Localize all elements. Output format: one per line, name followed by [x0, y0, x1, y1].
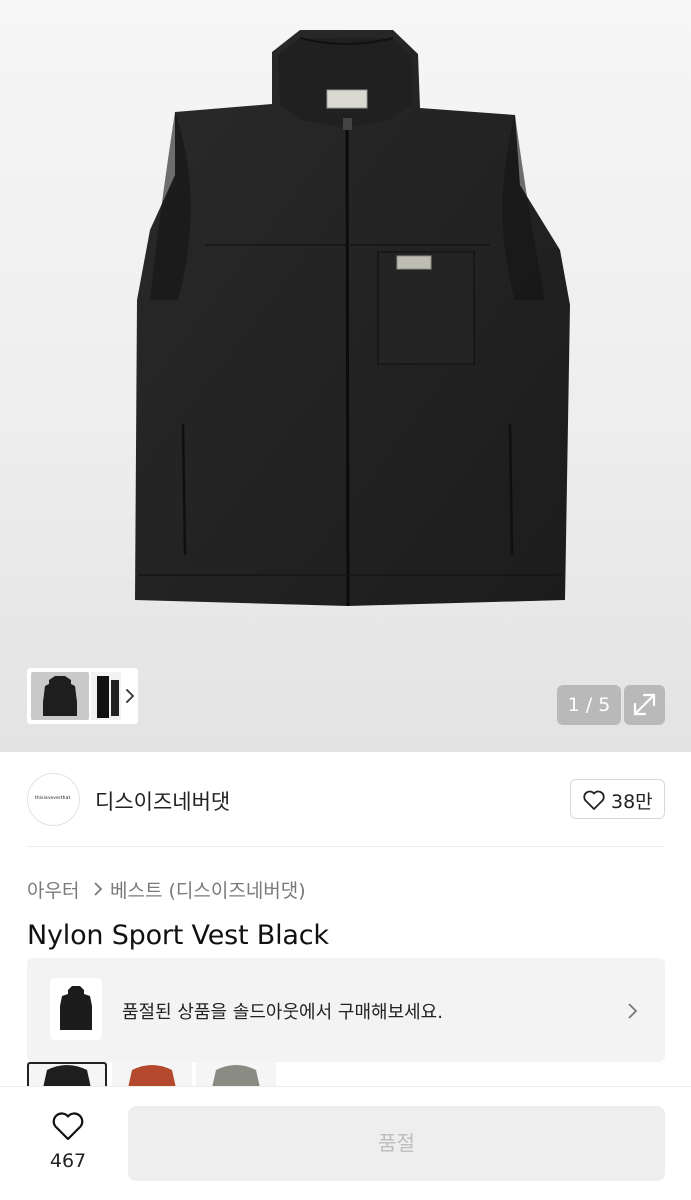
banner-text: 품절된 상품을 솔드아웃에서 구매해보세요.: [122, 1002, 443, 1023]
wish-count: 467: [49, 1150, 87, 1172]
brand-like-count: 38만: [611, 791, 653, 813]
brand-logo[interactable]: thisisneverthat: [27, 773, 80, 826]
vest-side-thumbnail-image: [97, 676, 119, 718]
brand-logo-text: thisisneverthat: [35, 796, 71, 801]
wish-button[interactable]: 467: [40, 1108, 96, 1178]
vest-banner-image: [60, 986, 92, 1030]
divider: [27, 846, 664, 847]
expand-icon: [633, 693, 656, 716]
color-swatch-rust-image: [128, 1065, 176, 1088]
product-image: [135, 30, 570, 607]
color-swatch-gray[interactable]: [196, 1062, 276, 1088]
breadcrumb-subcategory[interactable]: 베스트 (디스이즈네버댓): [110, 876, 306, 903]
buy-button[interactable]: 품절: [128, 1106, 665, 1181]
expand-button[interactable]: [624, 685, 665, 725]
heart-icon: [52, 1112, 84, 1141]
color-swatch-gray-image: [212, 1065, 260, 1088]
color-swatch-rust[interactable]: [112, 1062, 192, 1088]
soldout-banner[interactable]: 품절된 상품을 솔드아웃에서 구매해보세요.: [27, 958, 665, 1062]
thumbnail-2[interactable]: [91, 672, 121, 720]
heart-icon: [583, 790, 605, 810]
color-swatch-black[interactable]: [27, 1062, 107, 1088]
breadcrumb-category[interactable]: 아우터: [27, 876, 79, 903]
thumbnail-strip[interactable]: [27, 668, 138, 724]
color-swatch-black-image: [43, 1065, 91, 1088]
product-image-gallery[interactable]: 1 / 5: [0, 0, 691, 752]
product-title: Nylon Sport Vest Black: [27, 920, 329, 951]
image-counter: 1 / 5: [557, 685, 621, 725]
chevron-right-icon: [628, 1003, 638, 1019]
chevron-right-icon[interactable]: [123, 686, 137, 706]
brand-like-button[interactable]: 38만: [570, 779, 665, 819]
thumbnail-1[interactable]: [31, 672, 89, 720]
chevron-right-icon: [94, 882, 103, 896]
banner-product-image: [50, 978, 102, 1040]
brand-name[interactable]: 디스이즈네버댓: [95, 786, 230, 816]
vest-thumbnail-image: [43, 676, 77, 716]
